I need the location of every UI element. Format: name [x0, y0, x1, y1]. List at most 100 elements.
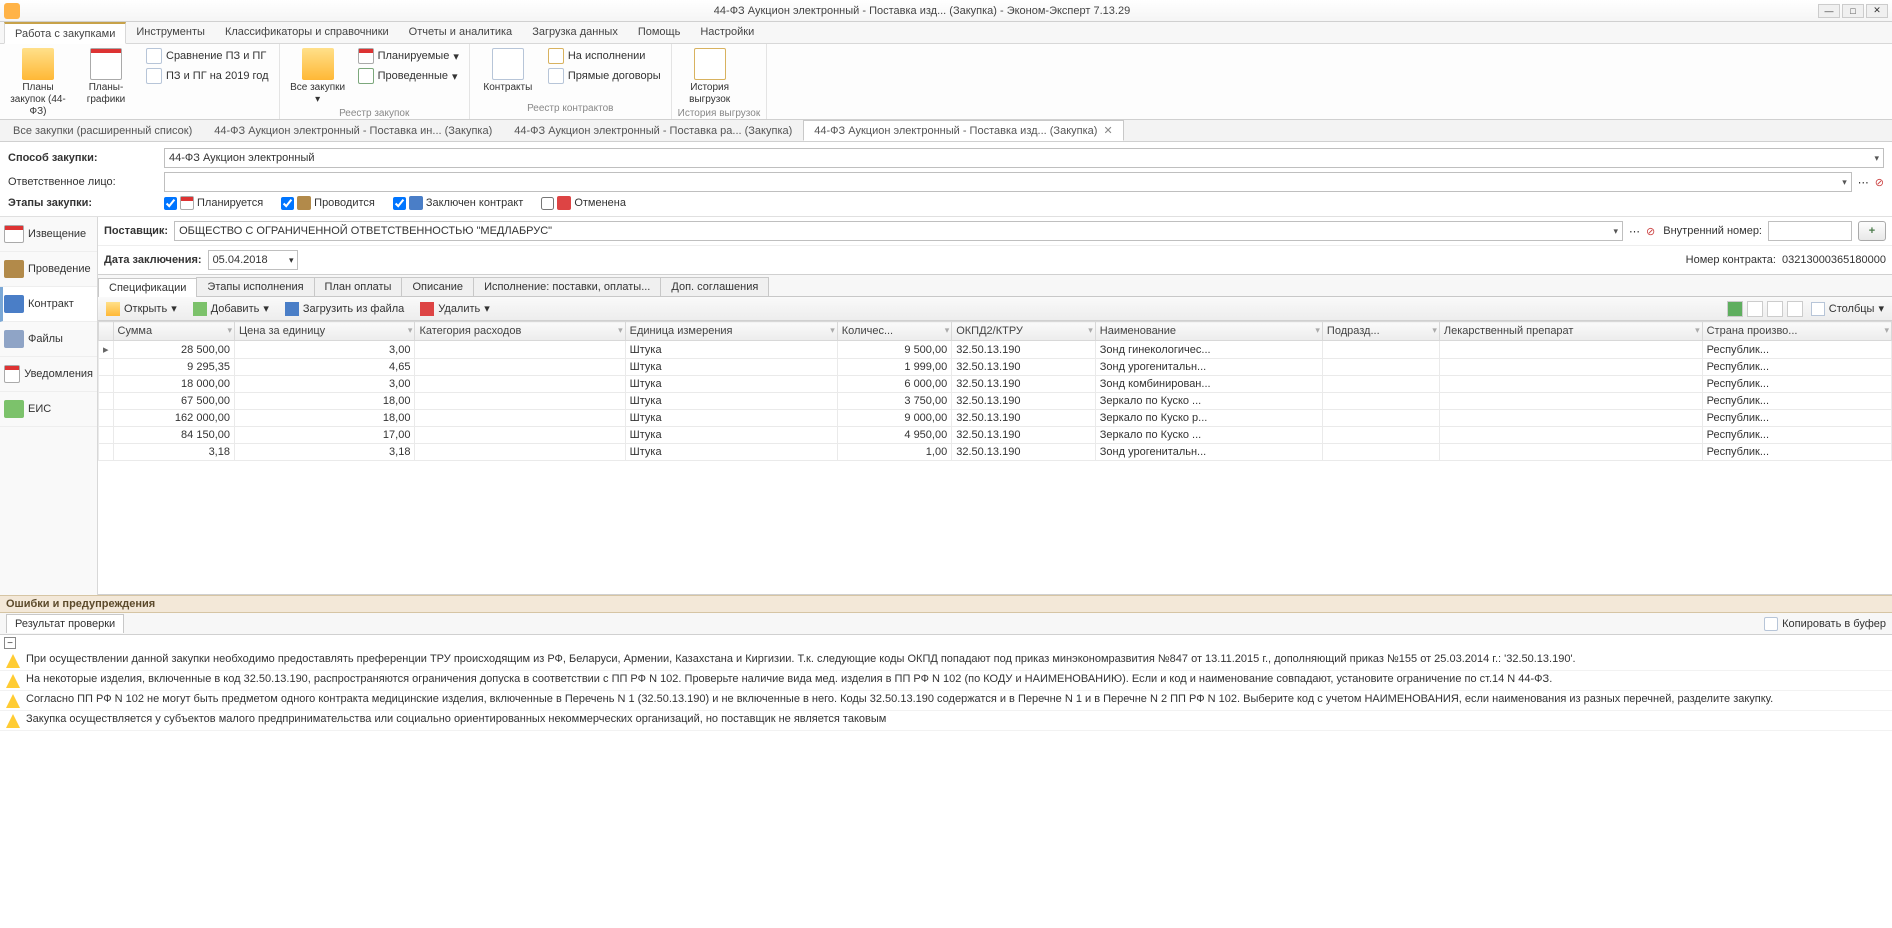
more-icon[interactable]: ⋯ — [1858, 176, 1869, 189]
ribbon: Планы закупок (44-ФЗ) Планы-графики Срав… — [0, 44, 1892, 120]
contract-tabs: СпецификацииЭтапы исполненияПлан оплатыО… — [98, 275, 1892, 297]
year-button[interactable]: ПЗ и ПГ на 2019 год — [142, 66, 273, 86]
table-row[interactable]: 162 000,0018,00Штука9 000,0032.50.13.190… — [99, 410, 1892, 427]
grid-layout-icon[interactable] — [1747, 301, 1763, 317]
col-7[interactable]: Подразд...▾ — [1322, 322, 1439, 341]
table-row[interactable]: ▸28 500,003,00Штука9 500,0032.50.13.190З… — [99, 341, 1892, 359]
contractnum-label: Номер контракта: — [1686, 254, 1776, 266]
contract-tab-1[interactable]: Этапы исполнения — [196, 277, 314, 296]
sidenav-icon — [4, 400, 24, 418]
contract-tab-3[interactable]: Описание — [401, 277, 474, 296]
supplier-more-icon[interactable]: ⋯ — [1629, 225, 1640, 238]
contracts-button[interactable]: Контракты — [476, 46, 540, 96]
table-row[interactable]: 18 000,003,00Штука6 000,0032.50.13.190Зо… — [99, 376, 1892, 393]
menu-2[interactable]: Классификаторы и справочники — [215, 22, 399, 43]
resp-label: Ответственное лицо: — [8, 176, 158, 188]
result-tab[interactable]: Результат проверки — [6, 614, 124, 633]
warning-item: При осуществлении данной закупки необход… — [0, 651, 1892, 671]
table-row[interactable]: 67 500,0018,00Штука3 750,0032.50.13.190З… — [99, 393, 1892, 410]
minimize-button[interactable]: — — [1818, 4, 1840, 18]
planned-button[interactable]: Планируемые ▾ — [354, 46, 463, 66]
table-row[interactable]: 9 295,354,65Штука1 999,0032.50.13.190Зон… — [99, 359, 1892, 376]
document-tabs: Все закупки (расширенный список)44-ФЗ Ау… — [0, 120, 1892, 142]
stage-run-check[interactable]: Проводится — [281, 196, 375, 210]
menu-4[interactable]: Загрузка данных — [522, 22, 628, 43]
col-5[interactable]: ОКПД2/КТРУ▾ — [952, 322, 1096, 341]
result-header: Результат проверки Копировать в буфер — [0, 613, 1892, 635]
col-0[interactable]: Сумма▾ — [113, 322, 234, 341]
doc-tab-3[interactable]: 44-ФЗ Аукцион электронный - Поставка изд… — [803, 120, 1123, 141]
col-2[interactable]: Категория расходов▾ — [415, 322, 625, 341]
table-row[interactable]: 3,183,18Штука1,0032.50.13.190Зонд уроген… — [99, 444, 1892, 461]
date-label: Дата заключения: — [104, 254, 202, 266]
group-caption: Реестр контрактов — [476, 103, 665, 117]
stage-plan-check[interactable]: Планируется — [164, 196, 263, 210]
sidenav-извещение[interactable]: Извещение — [0, 217, 97, 252]
close-button[interactable]: ✕ — [1866, 4, 1888, 18]
filter-icon[interactable] — [1787, 301, 1803, 317]
contract-tab-0[interactable]: Спецификации — [98, 278, 197, 297]
sidenav-файлы[interactable]: Файлы — [0, 322, 97, 357]
add-intnum-button[interactable]: + — [1858, 221, 1886, 241]
add-button[interactable]: Добавить ▾ — [189, 300, 273, 318]
sidenav-контракт[interactable]: Контракт — [0, 287, 97, 322]
contract-tab-5[interactable]: Доп. соглашения — [660, 277, 769, 296]
method-select[interactable]: 44-ФЗ Аукцион электронный — [164, 148, 1884, 168]
menu-0[interactable]: Работа с закупками — [4, 22, 126, 44]
table-row[interactable]: 84 150,0017,00Штука4 950,0032.50.13.190З… — [99, 427, 1892, 444]
menu-6[interactable]: Настройки — [690, 22, 764, 43]
col-6[interactable]: Наименование▾ — [1095, 322, 1322, 341]
warning-icon — [6, 714, 20, 728]
contract-tab-4[interactable]: Исполнение: поставки, оплаты... — [473, 277, 661, 296]
supplier-clear-icon[interactable]: ⊘ — [1646, 225, 1655, 238]
open-button[interactable]: Открыть ▾ — [102, 300, 181, 318]
stage-contract-check[interactable]: Заключен контракт — [393, 196, 523, 210]
doc-tab-0[interactable]: Все закупки (расширенный список) — [2, 121, 203, 141]
compare-button[interactable]: Сравнение ПЗ и ПГ — [142, 46, 273, 66]
main-split: ИзвещениеПроведениеКонтрактФайлыУведомле… — [0, 217, 1892, 595]
load-button[interactable]: Загрузить из файла — [281, 300, 408, 318]
col-9[interactable]: Страна произво...▾ — [1702, 322, 1891, 341]
titlebar: 44-ФЗ Аукцион электронный - Поставка изд… — [0, 0, 1892, 22]
sidenav-еис[interactable]: ЕИС — [0, 392, 97, 427]
all-purchases-button[interactable]: Все закупки ▾ — [286, 46, 350, 108]
intnum-input[interactable] — [1768, 221, 1852, 241]
resp-select[interactable] — [164, 172, 1852, 192]
exec-button[interactable]: На исполнении — [544, 46, 665, 66]
copy-button[interactable]: Копировать в буфер — [1764, 617, 1886, 631]
close-tab-icon[interactable]: ✕ — [1103, 125, 1112, 137]
errors-title: Ошибки и предупреждения — [0, 595, 1892, 613]
contract-tab-2[interactable]: План оплаты — [314, 277, 403, 296]
collapse-icon[interactable]: − — [4, 637, 16, 649]
doc-tab-1[interactable]: 44-ФЗ Аукцион электронный - Поставка ин.… — [203, 121, 503, 141]
done-button[interactable]: Проведенные ▾ — [354, 66, 463, 86]
sidenav-уведомления[interactable]: Уведомления — [0, 357, 97, 392]
contractnum-value: 03213000365180000 — [1782, 254, 1886, 266]
plans-button[interactable]: Планы закупок (44-ФЗ) — [6, 46, 70, 120]
doc-tab-2[interactable]: 44-ФЗ Аукцион электронный - Поставка ра.… — [503, 121, 803, 141]
col-3[interactable]: Единица измерения▾ — [625, 322, 837, 341]
export-excel-icon[interactable] — [1727, 301, 1743, 317]
warning-icon — [6, 654, 20, 668]
direct-button[interactable]: Прямые договоры — [544, 66, 665, 86]
spec-grid[interactable]: Сумма▾Цена за единицу▾Категория расходов… — [98, 321, 1892, 595]
group-caption: История выгрузок — [678, 108, 761, 119]
sidenav-проведение[interactable]: Проведение — [0, 252, 97, 287]
menu-5[interactable]: Помощь — [628, 22, 691, 43]
delete-button[interactable]: Удалить ▾ — [416, 300, 494, 318]
menu-3[interactable]: Отчеты и аналитика — [399, 22, 523, 43]
schedules-button[interactable]: Планы-графики — [74, 46, 138, 108]
date-input[interactable]: 05.04.2018 — [208, 250, 298, 270]
columns-button[interactable]: Столбцы ▾ — [1807, 300, 1888, 318]
col-1[interactable]: Цена за единицу▾ — [234, 322, 414, 341]
clear-icon[interactable]: ⊘ — [1875, 176, 1884, 189]
stage-cancel-check[interactable]: Отменена — [541, 196, 626, 210]
history-button[interactable]: История выгрузок — [678, 46, 742, 108]
supplier-select[interactable]: ОБЩЕСТВО С ОГРАНИЧЕННОЙ ОТВЕТСТВЕННОСТЬЮ… — [174, 221, 1623, 241]
maximize-button[interactable]: □ — [1842, 4, 1864, 18]
side-nav: ИзвещениеПроведениеКонтрактФайлыУведомле… — [0, 217, 98, 595]
search-icon[interactable] — [1767, 301, 1783, 317]
menu-1[interactable]: Инструменты — [126, 22, 215, 43]
col-4[interactable]: Количес...▾ — [837, 322, 951, 341]
col-8[interactable]: Лекарственный препарат▾ — [1439, 322, 1702, 341]
